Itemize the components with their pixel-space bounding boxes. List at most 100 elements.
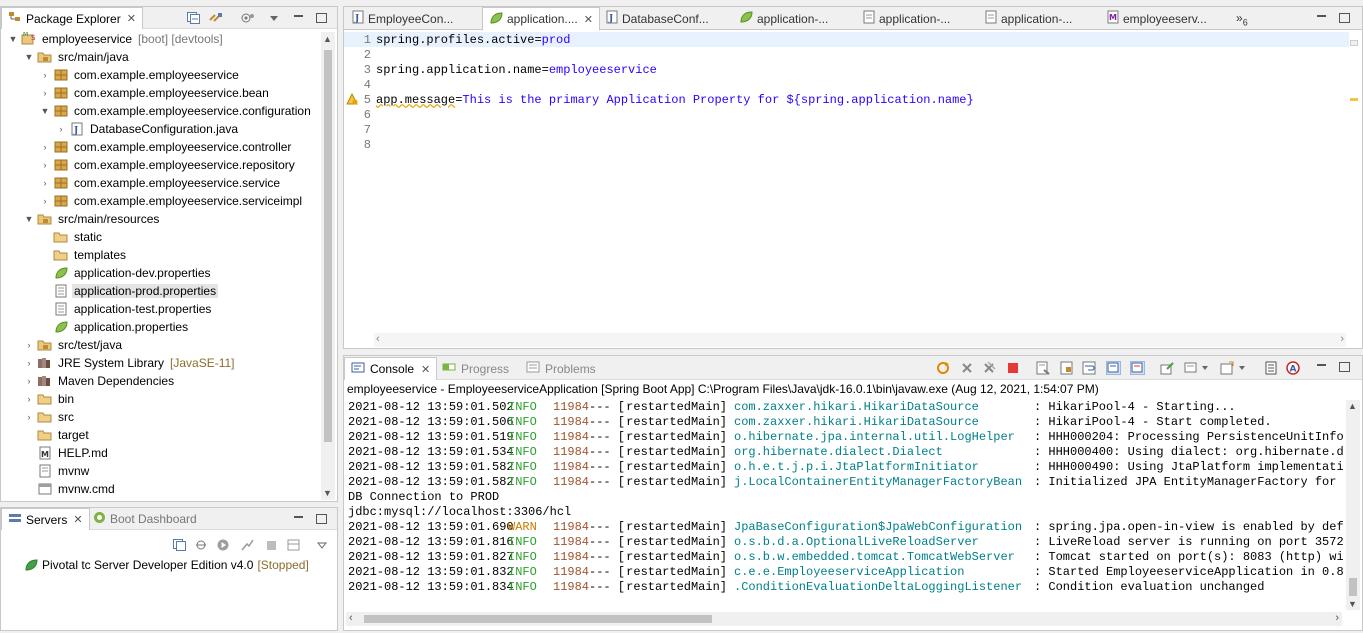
- editor-horizontal-scrollbar[interactable]: ‹ ›: [374, 333, 1346, 347]
- close-icon[interactable]: ✕: [584, 13, 593, 26]
- warning-ruler-mark[interactable]: [1350, 98, 1358, 101]
- chevron-right-icon[interactable]: ›: [39, 195, 51, 207]
- tab-database-configuration[interactable]: J DatabaseConf...: [600, 7, 715, 30]
- chevron-right-icon[interactable]: ›: [39, 177, 51, 189]
- scroll-up-icon[interactable]: ▲: [323, 34, 332, 44]
- show-on-stderr-icon[interactable]: [1130, 361, 1145, 375]
- log-logger[interactable]: JpaBaseConfiguration$JpaWebConfiguration: [734, 520, 1034, 535]
- tree-item-src-main-resources[interactable]: ▼ src/main/resources: [1, 210, 321, 228]
- warning-marker-icon[interactable]: [346, 92, 358, 105]
- log-logger[interactable]: o.s.b.d.a.OptionalLiveReloadServer: [734, 535, 1034, 550]
- tree-item-folder[interactable]: target: [1, 426, 321, 444]
- chevron-down-icon[interactable]: [1201, 361, 1216, 375]
- log-logger[interactable]: o.hibernate.jpa.internal.util.LogHelper: [734, 430, 1034, 445]
- tab-employee-controller[interactable]: J EmployeeCon...: [346, 7, 459, 30]
- tree-item-folder[interactable]: templates: [1, 246, 321, 264]
- scrollbar-thumb[interactable]: [364, 615, 712, 623]
- log-logger[interactable]: o.h.e.t.j.p.i.JtaPlatformInitiator: [734, 460, 1034, 475]
- tab-application-dev[interactable]: application-...: [733, 7, 834, 30]
- console-vertical-scrollbar[interactable]: ▲ ▼: [1346, 400, 1360, 610]
- log-logger[interactable]: com.zaxxer.hikari.HikariDataSource: [734, 415, 1034, 430]
- link-with-editor-icon[interactable]: [209, 12, 222, 24]
- tree-item-java-file[interactable]: › J DatabaseConfiguration.java: [1, 120, 321, 138]
- tree-item-project[interactable]: ▼ MS employeeservice [boot] [devtools]: [1, 30, 321, 48]
- word-wrap-icon[interactable]: [1082, 361, 1097, 375]
- overview-ruler[interactable]: [1348, 32, 1360, 332]
- scrollbar-thumb[interactable]: [1349, 578, 1357, 596]
- chevron-right-icon[interactable]: ›: [39, 69, 51, 81]
- remove-launch-icon[interactable]: [960, 361, 975, 375]
- scroll-left-icon[interactable]: ‹: [349, 612, 353, 624]
- tab-console[interactable]: Console ✕: [344, 357, 438, 380]
- view-menu-icon[interactable]: [316, 539, 330, 551]
- tab-application-prod[interactable]: application-...: [857, 7, 956, 30]
- tab-application-properties[interactable]: application.... ✕: [482, 7, 600, 31]
- tree-item-file[interactable]: M HELP.md: [1, 444, 321, 462]
- tab-servers[interactable]: Servers ✕: [1, 508, 90, 530]
- tab-progress[interactable]: Progress: [436, 357, 515, 380]
- scroll-down-icon[interactable]: ▼: [323, 488, 332, 498]
- scroll-right-icon[interactable]: ›: [1340, 333, 1344, 345]
- log-logger[interactable]: c.e.e.EmployeeserviceApplication: [734, 565, 1034, 580]
- tree-item-properties-file[interactable]: application-dev.properties: [1, 264, 321, 282]
- spring-boot-language-icon[interactable]: A: [1286, 361, 1301, 375]
- scroll-up-icon[interactable]: ▲: [1348, 401, 1357, 411]
- tab-employeeservice-pom[interactable]: M employeeserv...: [1101, 7, 1213, 30]
- log-logger[interactable]: com.zaxxer.hikari.HikariDataSource: [734, 400, 1034, 415]
- show-on-stdout-icon[interactable]: [1106, 361, 1121, 375]
- scroll-lock-icon[interactable]: [1060, 361, 1075, 375]
- tree-item-properties-file-selected[interactable]: application-prod.properties: [1, 282, 321, 300]
- debug-server-icon[interactable]: [195, 539, 208, 551]
- tree-item-package[interactable]: ▼ com.example.employeeservice.configurat…: [1, 102, 321, 120]
- console-settings-icon[interactable]: [1264, 361, 1279, 375]
- scroll-right-icon[interactable]: ›: [1335, 612, 1339, 624]
- maximize-icon[interactable]: [1337, 360, 1351, 374]
- chevron-right-icon[interactable]: ›: [55, 123, 67, 135]
- minimize-icon[interactable]: [1314, 360, 1328, 374]
- collapse-all-icon[interactable]: [173, 539, 186, 551]
- log-logger[interactable]: .ConditionEvaluationDeltaLoggingListener: [734, 580, 1034, 595]
- terminate-icon[interactable]: [1006, 361, 1021, 375]
- tab-application-test[interactable]: application-...: [979, 7, 1078, 30]
- package-tree-scrollbar[interactable]: ▲ ▼: [321, 32, 335, 500]
- chevron-down-icon[interactable]: ▼: [23, 51, 35, 63]
- tree-item-package[interactable]: › com.example.employeeservice: [1, 66, 321, 84]
- chevron-down-icon[interactable]: ▼: [39, 105, 51, 117]
- clear-console-icon[interactable]: [1036, 361, 1051, 375]
- scroll-down-icon[interactable]: ▼: [1348, 599, 1357, 609]
- close-icon[interactable]: ✕: [421, 363, 430, 376]
- profile-server-icon[interactable]: [241, 539, 254, 551]
- scrollbar-thumb[interactable]: [324, 50, 332, 442]
- tree-item-file[interactable]: mvnw.cmd: [1, 480, 321, 498]
- tree-item-package[interactable]: › com.example.employeeservice.repository: [1, 156, 321, 174]
- maximize-icon[interactable]: [1337, 11, 1351, 25]
- close-icon[interactable]: ✕: [73, 513, 82, 526]
- tree-item-src-main-java[interactable]: ▼ src/main/java: [1, 48, 321, 66]
- tree-item-package[interactable]: › com.example.employeeservice.controller: [1, 138, 321, 156]
- tab-boot-dashboard[interactable]: Boot Dashboard: [87, 508, 203, 530]
- chevron-right-icon[interactable]: ›: [39, 141, 51, 153]
- tree-item-package[interactable]: › com.example.employeeservice.bean: [1, 84, 321, 102]
- log-logger[interactable]: j.LocalContainerEntityManagerFactoryBean: [734, 475, 1034, 490]
- publish-icon[interactable]: [287, 539, 300, 551]
- tree-item-package[interactable]: › com.example.employeeservice.serviceimp…: [1, 192, 321, 210]
- relaunch-icon[interactable]: [936, 361, 951, 375]
- maximize-icon[interactable]: [314, 512, 328, 526]
- chevron-down-icon[interactable]: ▼: [23, 213, 35, 225]
- minimize-icon[interactable]: [1314, 11, 1328, 25]
- display-console-icon[interactable]: [1184, 361, 1199, 375]
- tab-overflow-button[interactable]: »6: [1236, 11, 1248, 27]
- chevron-right-icon[interactable]: ›: [23, 393, 35, 405]
- collapse-all-icon[interactable]: [187, 12, 200, 24]
- code-editor[interactable]: 1 spring.profiles.active=prod 2 3 spring…: [344, 32, 1349, 335]
- open-console-icon[interactable]: [1220, 361, 1235, 375]
- log-logger[interactable]: org.hibernate.dialect.Dialect: [734, 445, 1034, 460]
- log-logger[interactable]: o.s.b.w.embedded.tomcat.TomcatWebServer: [734, 550, 1034, 565]
- pin-console-icon[interactable]: [1160, 361, 1175, 375]
- stop-server-icon[interactable]: [265, 539, 278, 551]
- chevron-down-icon[interactable]: [1238, 361, 1253, 375]
- tree-item-file[interactable]: mvnw: [1, 462, 321, 480]
- server-item[interactable]: Pivotal tc Server Developer Edition v4.0…: [21, 556, 309, 574]
- tab-package-explorer[interactable]: Package Explorer ✕: [1, 7, 143, 29]
- chevron-right-icon[interactable]: ›: [23, 339, 35, 351]
